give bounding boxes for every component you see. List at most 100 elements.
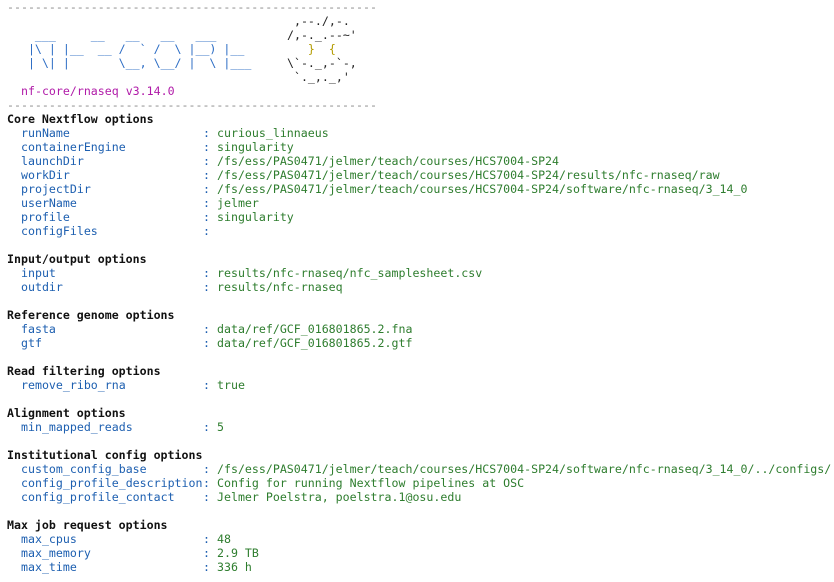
option-value: data/ref/GCF_016801865.2.gtf	[217, 336, 413, 350]
option-separator: :	[203, 336, 210, 350]
option-separator: :	[203, 476, 210, 490]
option-value: 5	[217, 420, 224, 434]
section-title: Max job request options	[7, 518, 168, 532]
option-row: max_time:336 h	[7, 560, 834, 574]
option-separator: :	[203, 196, 210, 210]
logo-apple-line: ,--./,-.	[280, 14, 350, 28]
option-separator: :	[203, 210, 210, 224]
option-separator: :	[203, 490, 210, 504]
option-row: launchDir: /fs/ess/PAS0471/jelmer/teach/c…	[7, 154, 834, 168]
section-title: Input/output options	[7, 252, 147, 266]
section-title: Alignment options	[7, 406, 126, 420]
option-value: /fs/ess/PAS0471/jelmer/teach/courses/HCS…	[217, 154, 560, 168]
option-value: singularity	[217, 210, 294, 224]
option-row: userName: jelmer	[7, 196, 834, 210]
logo-line	[7, 14, 251, 28]
terminal-output: ----------------------------------------…	[7, 0, 834, 574]
option-row: gtf: data/ref/GCF_016801865.2.gtf	[7, 336, 834, 350]
option-key: min_mapped_reads	[21, 420, 133, 434]
option-key: custom_config_base	[21, 462, 147, 476]
section-title: Read filtering options	[7, 364, 161, 378]
option-separator: :	[203, 280, 210, 294]
option-row: profile: singularity	[7, 210, 834, 224]
option-value: /fs/ess/PAS0471/jelmer/teach/courses/HCS…	[217, 462, 832, 476]
option-key: configFiles	[21, 224, 98, 238]
option-separator: :	[203, 420, 210, 434]
option-row: custom_config_base: /fs/ess/PAS0471/jelme…	[7, 462, 834, 476]
option-separator: :	[203, 560, 210, 574]
logo-apple-line: `._,._,'	[280, 70, 350, 84]
nf-core-apple-icon: ,--./,-. /,-._.--~' } { \`-._,-`-, `._,.…	[280, 14, 357, 84]
option-separator: :	[203, 154, 210, 168]
option-separator: :	[203, 266, 210, 280]
option-separator: :	[203, 546, 210, 560]
option-value: /fs/ess/PAS0471/jelmer/teach/courses/HCS…	[217, 168, 720, 182]
option-key: outdir	[21, 280, 63, 294]
option-separator: :	[203, 168, 210, 182]
option-value: curious_linnaeus	[217, 126, 329, 140]
option-value: jelmer	[217, 196, 259, 210]
option-key: projectDir	[21, 182, 91, 196]
section-title: Institutional config options	[7, 448, 203, 462]
option-row: remove_ribo_rna: true	[7, 378, 834, 392]
nf-core-wordmark: ___ __ __ __ ___ |\ | |__ __ / ` / \ |__…	[7, 14, 251, 84]
option-key: fasta	[21, 322, 56, 336]
option-row: max_cpus:48	[7, 532, 834, 546]
option-row: workDir: /fs/ess/PAS0471/jelmer/teach/cou…	[7, 168, 834, 182]
option-value: Config for running Nextflow pipelines at…	[217, 476, 525, 490]
option-separator: :	[203, 140, 210, 154]
option-value: singularity	[217, 140, 294, 154]
pipeline-version: nf-core/rnaseq v3.14.0	[21, 84, 175, 98]
option-separator: :	[203, 224, 210, 238]
option-value: results/nfc-rnaseq	[217, 280, 343, 294]
option-key: remove_ribo_rna	[21, 378, 126, 392]
option-separator: :	[203, 322, 210, 336]
section-title: Reference genome options	[7, 308, 175, 322]
option-row: input: results/nfc-rnaseq/nfc_samplesheet…	[7, 266, 834, 280]
option-row: outdir: results/nfc-rnaseq	[7, 280, 834, 294]
option-value: Jelmer Poelstra, poelstra.1@osu.edu	[217, 490, 462, 504]
logo-apple-line: /,-._.--~'	[280, 28, 357, 42]
logo-apple-line: } {	[280, 42, 336, 56]
logo-line	[7, 70, 251, 84]
option-key: userName	[21, 196, 77, 210]
option-row: min_mapped_reads:5	[7, 420, 834, 434]
option-value: /fs/ess/PAS0471/jelmer/teach/courses/HCS…	[217, 182, 748, 196]
logo-apple-line: \`-._,-`-,	[280, 56, 357, 70]
banner-divider-bottom: ----------------------------------------…	[7, 98, 377, 112]
banner-divider-top: ----------------------------------------…	[7, 0, 377, 14]
section-title: Core Nextflow options	[7, 112, 154, 126]
option-separator: :	[203, 126, 210, 140]
option-value: true	[217, 378, 245, 392]
option-value: data/ref/GCF_016801865.2.fna	[217, 322, 413, 336]
option-row: config_profile_description: Config for ru…	[7, 476, 834, 490]
option-row: containerEngine: singularity	[7, 140, 834, 154]
option-value: 336 h	[217, 560, 252, 574]
option-separator: :	[203, 182, 210, 196]
option-key: workDir	[21, 168, 70, 182]
option-row: runName: curious_linnaeus	[7, 126, 834, 140]
option-separator: :	[203, 532, 210, 546]
option-separator: :	[203, 462, 210, 476]
option-value: 48	[217, 532, 231, 546]
option-value: results/nfc-rnaseq/nfc_samplesheet.csv	[217, 266, 483, 280]
option-key: profile	[21, 210, 70, 224]
nf-core-logo: ___ __ __ __ ___ |\ | |__ __ / ` / \ |__…	[7, 14, 834, 84]
logo-line: |\ | |__ __ / ` / \ |__) |__	[7, 42, 245, 56]
logo-line: ___ __ __ __ ___	[7, 28, 217, 42]
option-row: fasta: data/ref/GCF_016801865.2.fna	[7, 322, 834, 336]
option-key: config_profile_contact	[21, 490, 175, 504]
option-key: runName	[21, 126, 70, 140]
option-key: config_profile_description	[21, 476, 203, 490]
option-row: config_profile_contact: Jelmer Poelstra, …	[7, 490, 834, 504]
option-key: max_cpus	[21, 532, 77, 546]
logo-line: | \| | \__, \__/ | \ |___	[7, 56, 252, 70]
option-value: 2.9 TB	[217, 546, 259, 560]
option-row: max_memory:2.9 TB	[7, 546, 834, 560]
